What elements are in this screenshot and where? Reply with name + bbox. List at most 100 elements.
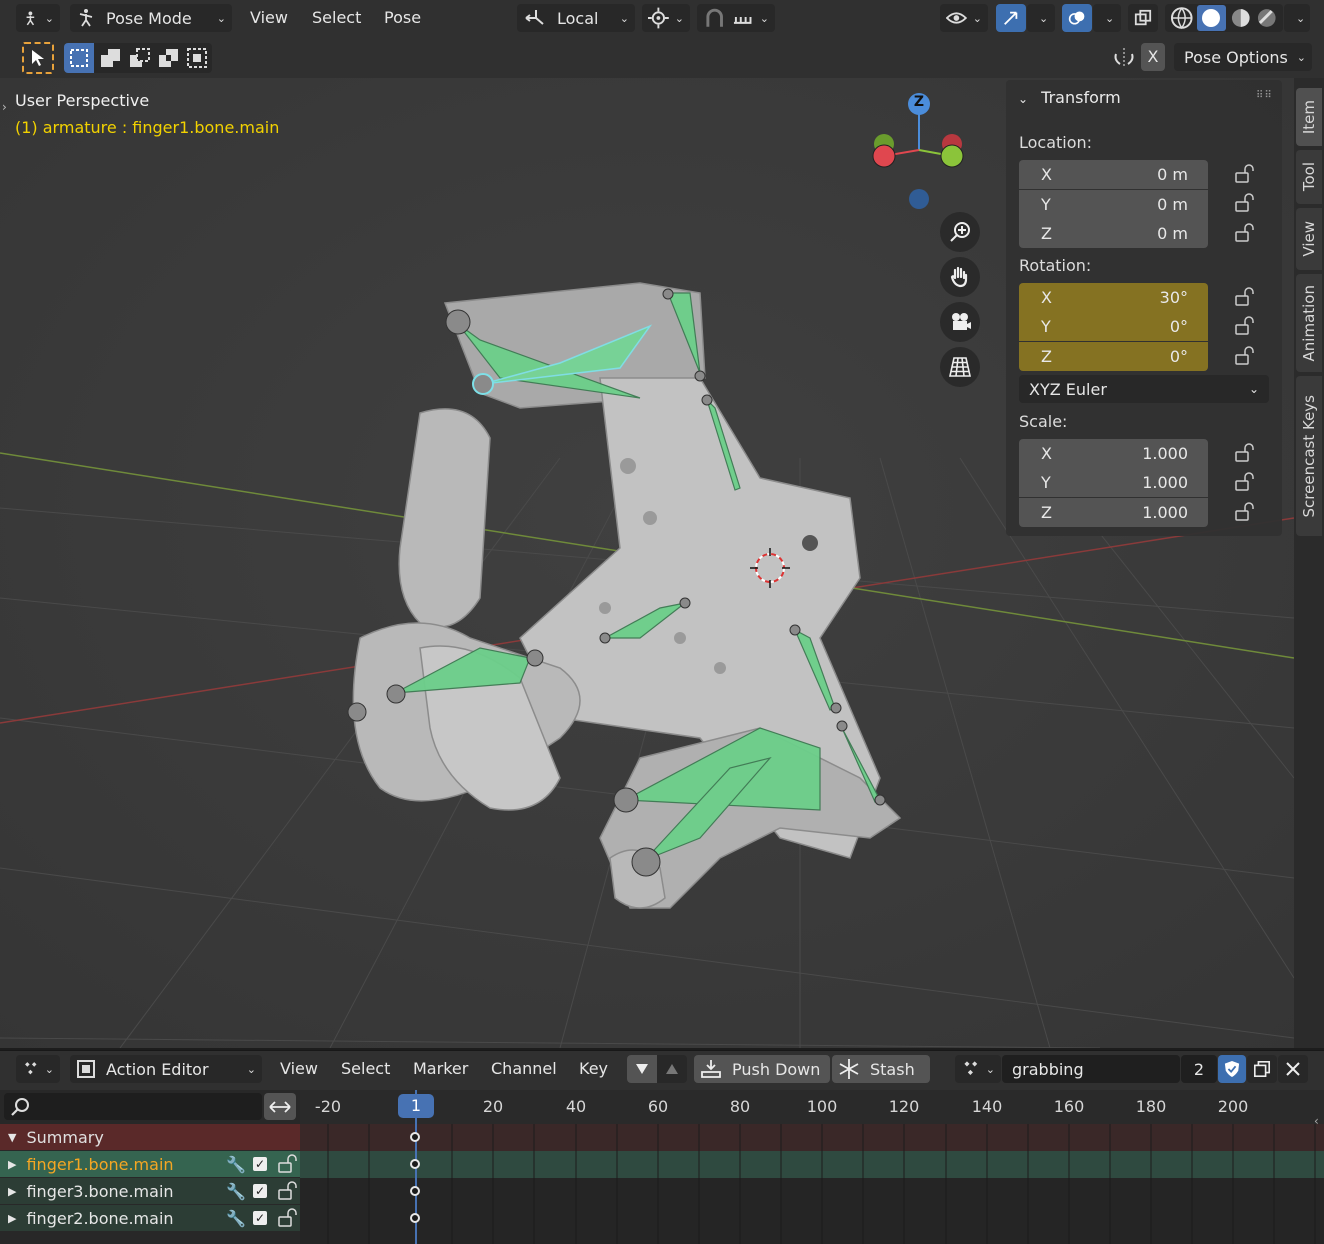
mode-selector[interactable]: Pose Mode ⌄: [70, 4, 232, 32]
select-intersect-icon[interactable]: [186, 47, 210, 69]
pose-options-dropdown[interactable]: Pose Options ⌄: [1174, 43, 1312, 71]
rotation-y-field[interactable]: Y 0°: [1019, 312, 1208, 341]
triangle-right-icon[interactable]: ▶: [8, 1158, 16, 1171]
frame-ruler[interactable]: -20 20 40 60 80 100 120 140 160 180 200: [300, 1090, 1324, 1124]
action-name-field[interactable]: grabbing: [1002, 1055, 1180, 1083]
triangle-right-icon[interactable]: ▶: [8, 1212, 16, 1225]
tab-tool[interactable]: Tool: [1296, 150, 1322, 204]
keyframe-area[interactable]: [300, 1124, 1324, 1244]
pan-button[interactable]: [940, 257, 980, 297]
select-new-button[interactable]: [64, 43, 94, 73]
rotation-mode-dropdown[interactable]: XYZ Euler ⌄: [1019, 375, 1269, 403]
pivot-point-button[interactable]: ⌄: [642, 4, 690, 32]
action-browse-button[interactable]: ⌄: [955, 1055, 1001, 1083]
location-x-field[interactable]: X 0 m: [1019, 160, 1208, 189]
x-mirror-toggle[interactable]: X: [1141, 43, 1165, 71]
rendered-shading-icon[interactable]: [1255, 6, 1279, 30]
unlock-icon[interactable]: [277, 1208, 297, 1228]
unlock-icon[interactable]: [1234, 443, 1254, 463]
select-invert-icon[interactable]: [157, 47, 181, 69]
layer-up-button[interactable]: [657, 1055, 687, 1083]
unlock-icon[interactable]: [1234, 164, 1254, 184]
stash-button[interactable]: Stash: [832, 1055, 930, 1083]
snap-increment-icon[interactable]: [732, 9, 753, 27]
tab-screencast-keys[interactable]: Screencast Keys: [1296, 376, 1322, 536]
wireframe-shading-icon[interactable]: [1169, 6, 1195, 30]
drag-handle-icon[interactable]: ⠿⠿: [1256, 90, 1273, 101]
location-y-field[interactable]: Y 0 m: [1019, 190, 1208, 219]
only-selected-toggle[interactable]: [264, 1093, 296, 1120]
new-action-button[interactable]: [1247, 1055, 1277, 1083]
action-users-count[interactable]: 2: [1181, 1055, 1217, 1083]
unlock-icon[interactable]: [1234, 223, 1254, 243]
location-z-field[interactable]: Z 0 m: [1019, 219, 1208, 248]
unlock-icon[interactable]: [1234, 316, 1254, 336]
menu-select[interactable]: Select: [341, 1059, 390, 1078]
checkbox-icon[interactable]: ✓: [253, 1211, 267, 1225]
gizmo-toggle-button[interactable]: [996, 4, 1026, 32]
menu-key[interactable]: Key: [579, 1059, 608, 1078]
xray-toggle-button[interactable]: [1128, 4, 1158, 32]
rotation-x-field[interactable]: X 30°: [1019, 283, 1208, 312]
unlock-icon[interactable]: [1234, 472, 1254, 492]
fake-user-button[interactable]: [1218, 1055, 1246, 1083]
push-down-button[interactable]: Push Down: [694, 1055, 830, 1083]
chevron-right-icon[interactable]: ›: [2, 100, 7, 114]
channel-finger2[interactable]: ▶ finger2.bone.main 🔧 ✓: [0, 1205, 300, 1231]
triangle-right-icon[interactable]: ▶: [8, 1185, 16, 1198]
editor-type-button[interactable]: ⌄: [16, 1055, 60, 1083]
visibility-button[interactable]: ⌄: [940, 4, 988, 32]
unlock-icon[interactable]: [1234, 193, 1254, 213]
channel-search-input[interactable]: [4, 1093, 262, 1120]
snap-magnet-icon[interactable]: [703, 7, 726, 29]
unlock-icon[interactable]: [1234, 287, 1254, 307]
unlock-icon[interactable]: [1234, 346, 1254, 366]
unlock-icon[interactable]: [277, 1154, 297, 1174]
select-subtract-icon[interactable]: [128, 47, 152, 69]
wrench-icon[interactable]: 🔧: [226, 1155, 246, 1174]
menu-marker[interactable]: Marker: [413, 1059, 468, 1078]
keyframe-summary[interactable]: [410, 1132, 420, 1142]
layer-down-button[interactable]: [627, 1055, 657, 1083]
current-frame-indicator[interactable]: 1: [398, 1094, 434, 1118]
rotation-z-field[interactable]: Z 0°: [1019, 342, 1208, 371]
tab-item[interactable]: Item: [1296, 88, 1322, 146]
tab-view[interactable]: View: [1296, 208, 1322, 270]
dopesheet-mode-selector[interactable]: Action Editor ⌄: [70, 1055, 262, 1083]
material-shading-icon[interactable]: [1229, 6, 1253, 30]
keyframe-finger1[interactable]: [410, 1159, 420, 1169]
triangle-down-icon[interactable]: ▼: [8, 1131, 16, 1144]
keyframe-finger3[interactable]: [410, 1186, 420, 1196]
overlay-toggle-button[interactable]: [1062, 4, 1092, 32]
perspective-toggle-button[interactable]: [940, 347, 980, 387]
camera-view-button[interactable]: [940, 302, 980, 342]
menu-select[interactable]: Select: [312, 8, 361, 27]
unlock-icon[interactable]: [277, 1181, 297, 1201]
chevron-left-icon[interactable]: ‹: [1314, 1114, 1319, 1128]
scale-z-field[interactable]: Z 1.000: [1019, 498, 1208, 527]
menu-pose[interactable]: Pose: [384, 8, 421, 27]
shading-mode-group[interactable]: [1165, 4, 1283, 32]
select-extend-icon[interactable]: [99, 47, 123, 69]
menu-view[interactable]: View: [280, 1059, 318, 1078]
transform-orientation-selector[interactable]: Local ⌄: [517, 4, 635, 32]
solid-shading-button[interactable]: [1196, 5, 1226, 31]
scale-x-field[interactable]: X 1.000: [1019, 439, 1208, 468]
snap-controls[interactable]: ⌄: [697, 4, 775, 32]
keyframe-finger2[interactable]: [410, 1213, 420, 1223]
checkbox-icon[interactable]: ✓: [253, 1157, 267, 1171]
menu-view[interactable]: View: [250, 8, 288, 27]
transform-header[interactable]: ⌄ Transform: [1018, 88, 1121, 107]
tab-animation[interactable]: Animation: [1296, 274, 1322, 372]
wrench-icon[interactable]: 🔧: [226, 1182, 246, 1201]
zoom-button[interactable]: [940, 212, 980, 252]
overlay-menu-button[interactable]: ⌄: [1093, 4, 1121, 32]
unlock-icon[interactable]: [1234, 502, 1254, 522]
gizmo-menu-button[interactable]: ⌄: [1027, 4, 1055, 32]
shading-menu-button[interactable]: ⌄: [1284, 4, 1310, 32]
checkbox-icon[interactable]: ✓: [253, 1184, 267, 1198]
channel-summary[interactable]: ▼ Summary: [0, 1124, 300, 1150]
menu-channel[interactable]: Channel: [491, 1059, 557, 1078]
wrench-icon[interactable]: 🔧: [226, 1209, 246, 1228]
unlink-action-button[interactable]: [1278, 1055, 1308, 1083]
